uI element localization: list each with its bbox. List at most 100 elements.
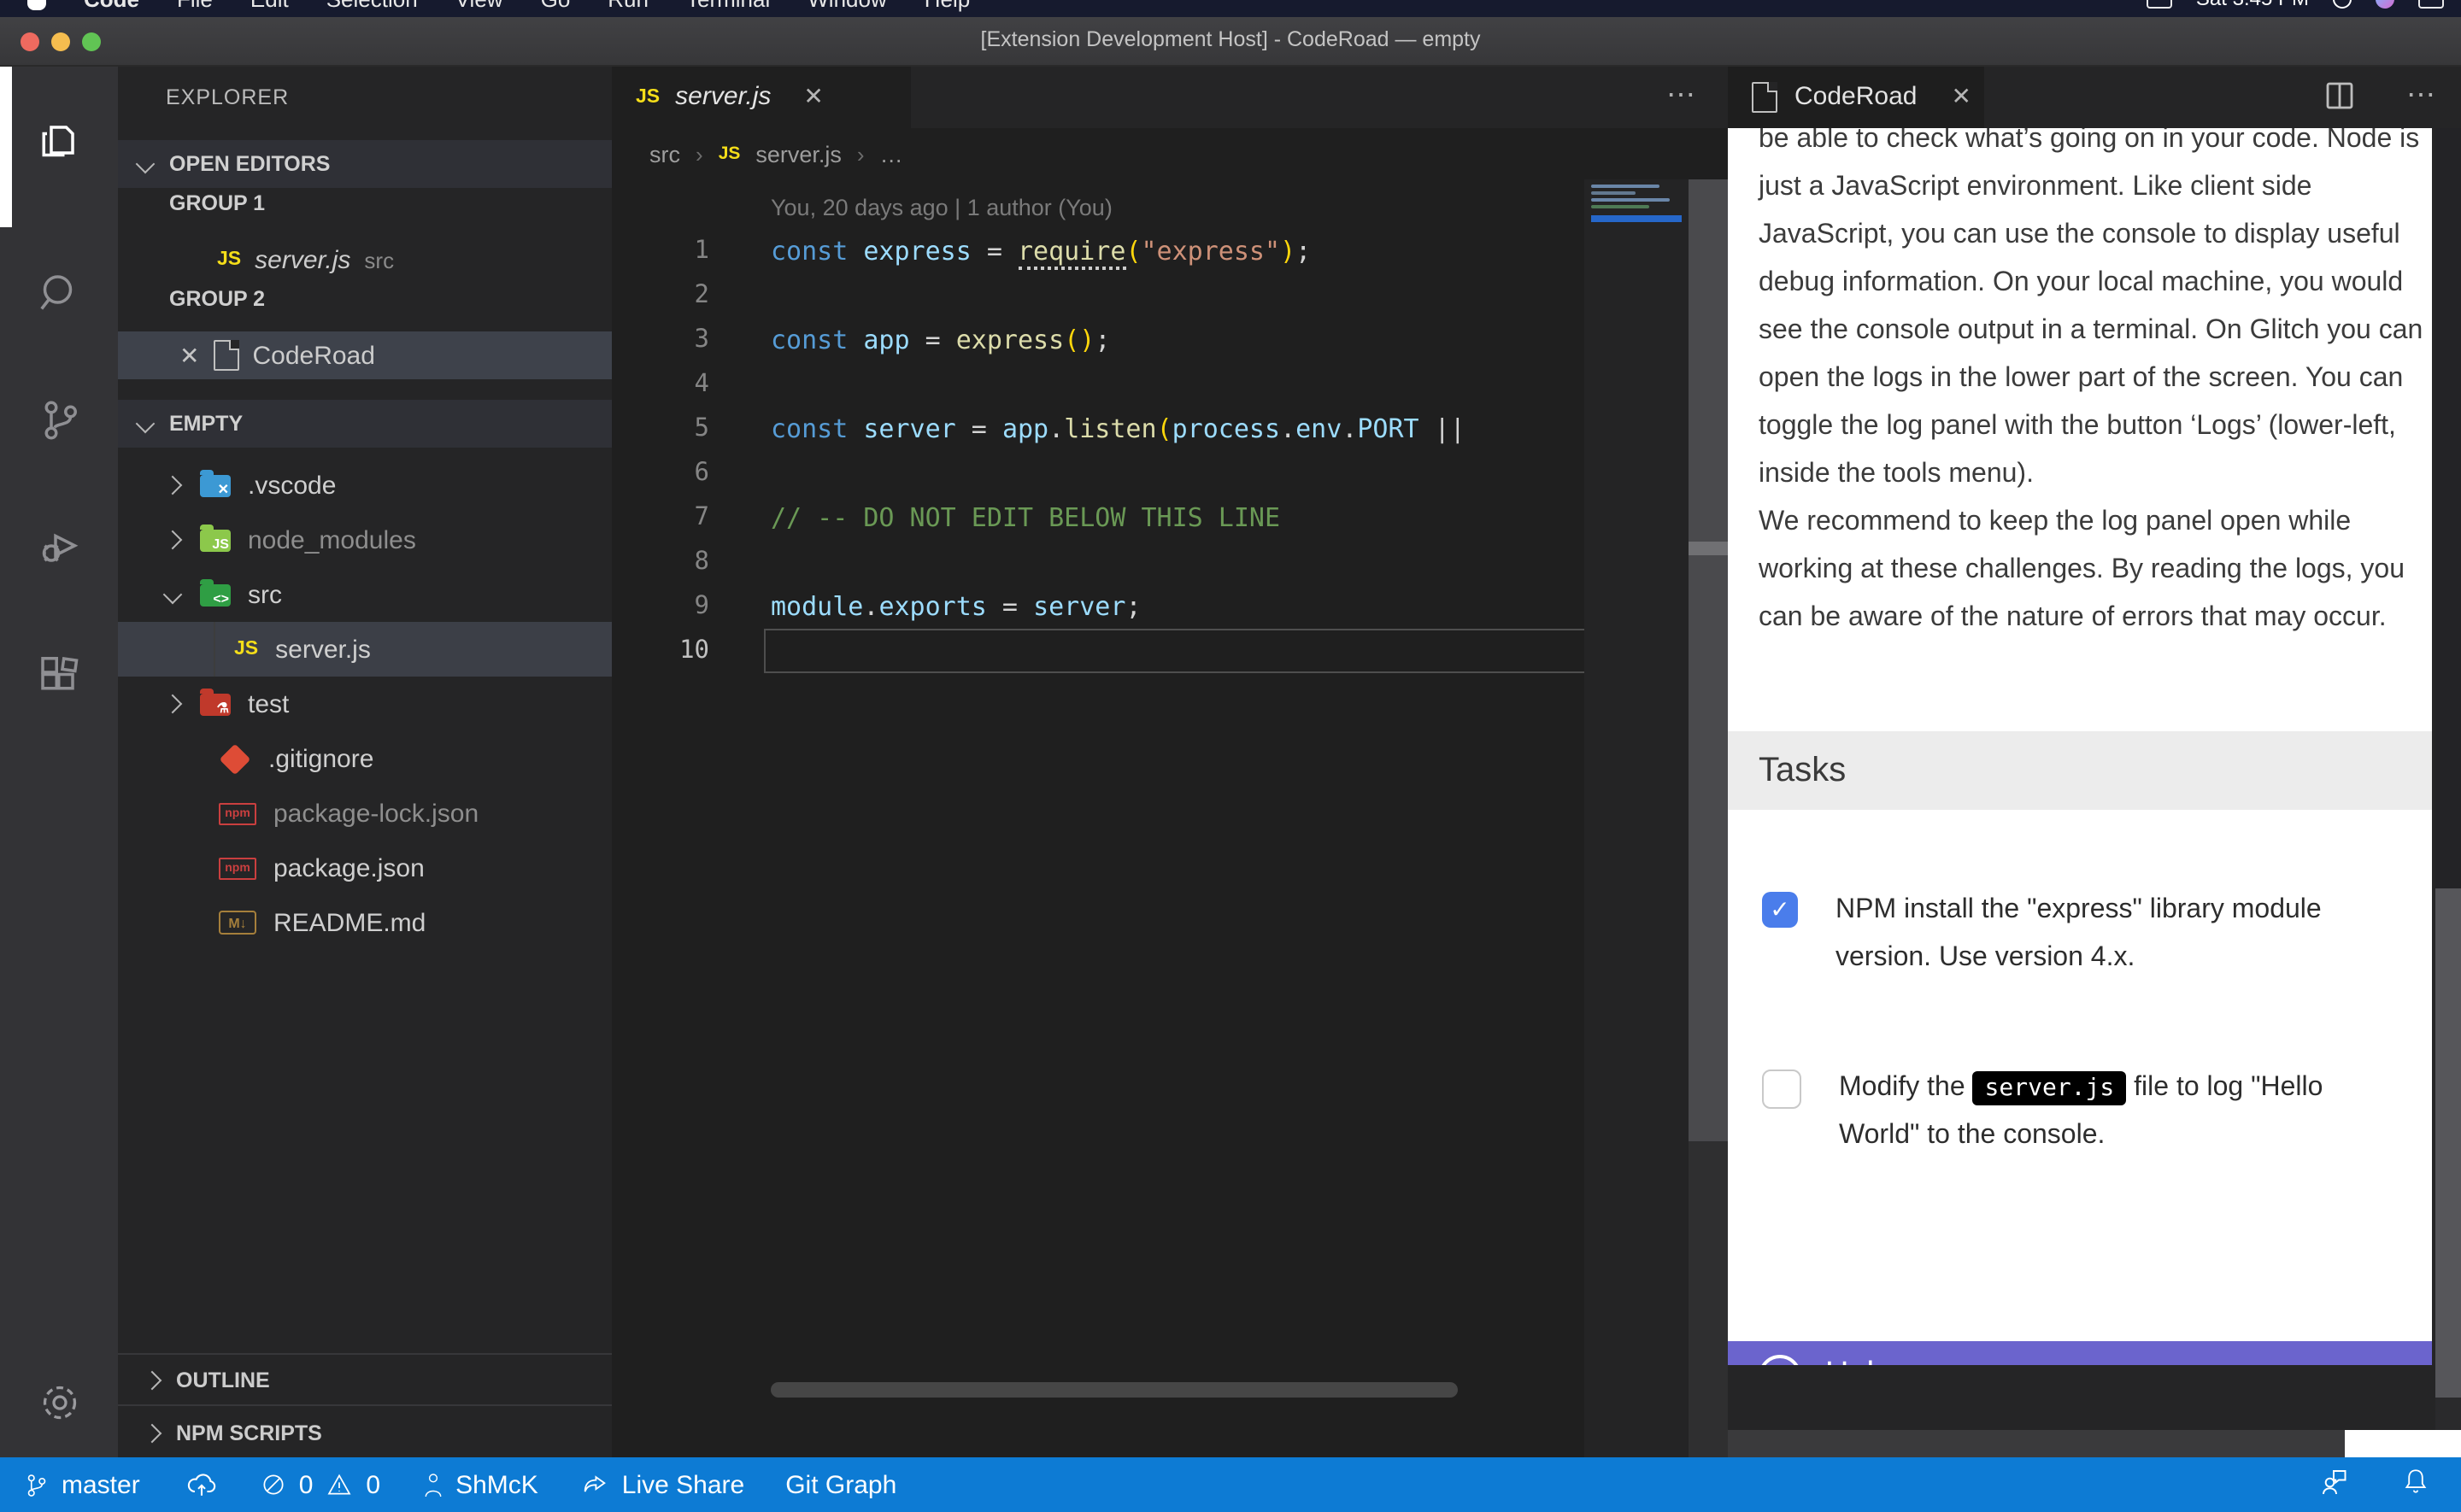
editor-vertical-scrollbar[interactable] (1689, 179, 1728, 1141)
git-branch-status[interactable]: master (24, 1470, 140, 1499)
account-name: ShMcK (455, 1470, 538, 1499)
scrollbar-thumb[interactable] (1689, 542, 1728, 555)
problems-status[interactable]: 0 0 (260, 1470, 380, 1499)
window-title-bar[interactable]: [Extension Development Host] - CodeRoad … (0, 17, 2461, 67)
scrollbar-thumb[interactable] (2435, 888, 2461, 1398)
code-line-9[interactable]: 9module.exports = server; (612, 584, 1586, 629)
code-line-8[interactable]: 8 (612, 540, 1586, 584)
minimap[interactable] (1591, 185, 1682, 212)
help-question-icon: ? (1759, 1354, 1801, 1365)
breadcrumb-separator: › (857, 141, 865, 167)
chevron-right-icon (163, 694, 183, 714)
source-control-icon[interactable] (0, 359, 118, 482)
code-line-7[interactable]: 7// -- DO NOT EDIT BELOW THIS LINE (612, 495, 1586, 540)
close-editor-icon[interactable]: ✕ (179, 341, 199, 370)
panel-scrollbar[interactable] (2435, 128, 2461, 1430)
editor-more-actions-icon[interactable]: ⋯ (1666, 79, 1697, 113)
tree-item-server.js[interactable]: JSserver.js (118, 622, 612, 677)
breadcrumb[interactable]: src › JS server.js › … (649, 128, 903, 179)
menu-item-go[interactable]: Go (541, 0, 571, 12)
blame-annotation: You, 20 days ago | 1 author (You) (709, 194, 1113, 220)
publish-changes-icon[interactable] (185, 1471, 219, 1498)
tree-item-readme.md[interactable]: M↓README.md (118, 895, 612, 950)
close-tab-icon[interactable]: ✕ (803, 82, 823, 111)
code-line-2[interactable]: 2 (612, 273, 1586, 318)
tree-item-package.json[interactable]: npmpackage.json (118, 841, 612, 895)
code-line-1[interactable]: 1const express = require("express"); (612, 229, 1586, 273)
tree-item-node_modules[interactable]: JSnode_modules (118, 513, 612, 567)
siri-icon[interactable] (2376, 0, 2394, 8)
menu-clock[interactable]: Sat 3:45 PM (2196, 0, 2309, 10)
open-editors-section-header[interactable]: OPEN EDITORS (118, 140, 612, 188)
line-number: 3 (612, 326, 709, 354)
workspace-label: EMPTY (169, 412, 243, 436)
npm-icon: npm (219, 802, 256, 824)
apple-logo-icon[interactable] (27, 0, 46, 9)
tree-item-src[interactable]: <>src (118, 567, 612, 622)
markdown-icon: M↓ (219, 911, 256, 935)
vscode-folder-icon: ✕ (200, 474, 231, 496)
battery-icon[interactable] (2147, 0, 2172, 8)
menu-item-code[interactable]: Code (84, 0, 139, 12)
panel-more-actions-icon[interactable]: ⋯ (2406, 79, 2437, 113)
editor-horizontal-scrollbar[interactable] (771, 1382, 1458, 1398)
breadcrumb-symbol[interactable]: … (880, 141, 903, 167)
tree-item-.gitignore[interactable]: .gitignore (118, 731, 612, 786)
code-line-3[interactable]: 3const app = express(); (612, 318, 1586, 362)
chevron-right-icon (163, 530, 183, 550)
tab-coderoad[interactable]: CodeRoad ✕ (1728, 65, 1984, 128)
editor-name: server.js (255, 245, 350, 274)
npm-scripts-section-header[interactable]: NPM SCRIPTS (118, 1404, 612, 1459)
menu-item-terminal[interactable]: Terminal (686, 0, 770, 12)
notifications-bell-icon[interactable] (2401, 1466, 2430, 1503)
split-editor-icon[interactable] (2324, 80, 2355, 120)
search-icon[interactable] (0, 232, 118, 355)
workspace-section-header[interactable]: EMPTY (118, 400, 612, 448)
menu-item-help[interactable]: Help (925, 0, 971, 12)
open-editors-label: OPEN EDITORS (169, 152, 330, 176)
extensions-icon[interactable] (0, 615, 118, 738)
file-tree: ✕.vscodeJSnode_modules<>srcJSserver.js⚗t… (118, 458, 612, 950)
window-title: [Extension Development Host] - CodeRoad … (0, 27, 2461, 51)
tree-item-.vscode[interactable]: ✕.vscode (118, 458, 612, 513)
feedback-icon[interactable] (2317, 1466, 2350, 1503)
code-line-10[interactable]: 10 (612, 629, 1586, 673)
open-editor-item-coderoad[interactable]: ✕CodeRoad (118, 331, 612, 379)
git-graph-button[interactable]: Git Graph (785, 1470, 896, 1499)
menu-item-edit[interactable]: Edit (250, 0, 289, 12)
run-debug-icon[interactable] (0, 485, 118, 608)
code-editor[interactable]: You, 20 days ago | 1 author (You) 1const… (612, 185, 1586, 673)
code-line-4[interactable]: 4 (612, 362, 1586, 407)
close-tab-icon[interactable]: ✕ (1951, 82, 1971, 111)
tree-item-package-lock.json[interactable]: npmpackage-lock.json (118, 786, 612, 841)
task-text: Modify the server.js file to log "Hello … (1839, 1064, 2401, 1160)
tab-server-js[interactable]: JS server.js ✕ (612, 65, 911, 128)
menu-item-view[interactable]: View (455, 0, 503, 12)
menu-item-window[interactable]: Window (808, 0, 887, 12)
explorer-icon[interactable] (0, 79, 118, 202)
live-share-button[interactable]: Live Share (579, 1470, 744, 1499)
spotlight-icon[interactable] (2333, 0, 2352, 8)
task-text: NPM install the "express" library module… (1835, 887, 2399, 982)
open-editors-group-label: GROUP 1 (169, 191, 265, 215)
tree-item-test[interactable]: ⚗test (118, 677, 612, 731)
menu-item-run[interactable]: Run (608, 0, 649, 12)
breadcrumb-src[interactable]: src (649, 141, 680, 167)
line-number: 8 (612, 548, 709, 576)
breadcrumb-file[interactable]: server.js (755, 141, 842, 167)
menu-item-file[interactable]: File (177, 0, 213, 12)
open-editor-item-server.js[interactable]: JSserver.jssrc (118, 236, 612, 284)
code-line-5[interactable]: 5const server = app.listen(process.env.P… (612, 407, 1586, 451)
node-modules-folder-icon: JS (200, 529, 231, 551)
help-bar[interactable]: ? Help (1728, 1341, 2432, 1365)
task-checkbox-checked[interactable]: ✓ (1762, 892, 1798, 928)
indent-guide (214, 622, 215, 677)
control-center-icon[interactable] (2418, 0, 2444, 8)
minimap-column[interactable] (1584, 179, 1689, 1457)
task-checkbox-unchecked[interactable] (1762, 1070, 1801, 1109)
menu-item-selection[interactable]: Selection (326, 0, 418, 12)
code-line-6[interactable]: 6 (612, 451, 1586, 495)
liveshare-account[interactable]: ShMcK (421, 1470, 538, 1499)
settings-gear-icon[interactable] (0, 1379, 118, 1427)
outline-section-header[interactable]: OUTLINE (118, 1353, 612, 1406)
